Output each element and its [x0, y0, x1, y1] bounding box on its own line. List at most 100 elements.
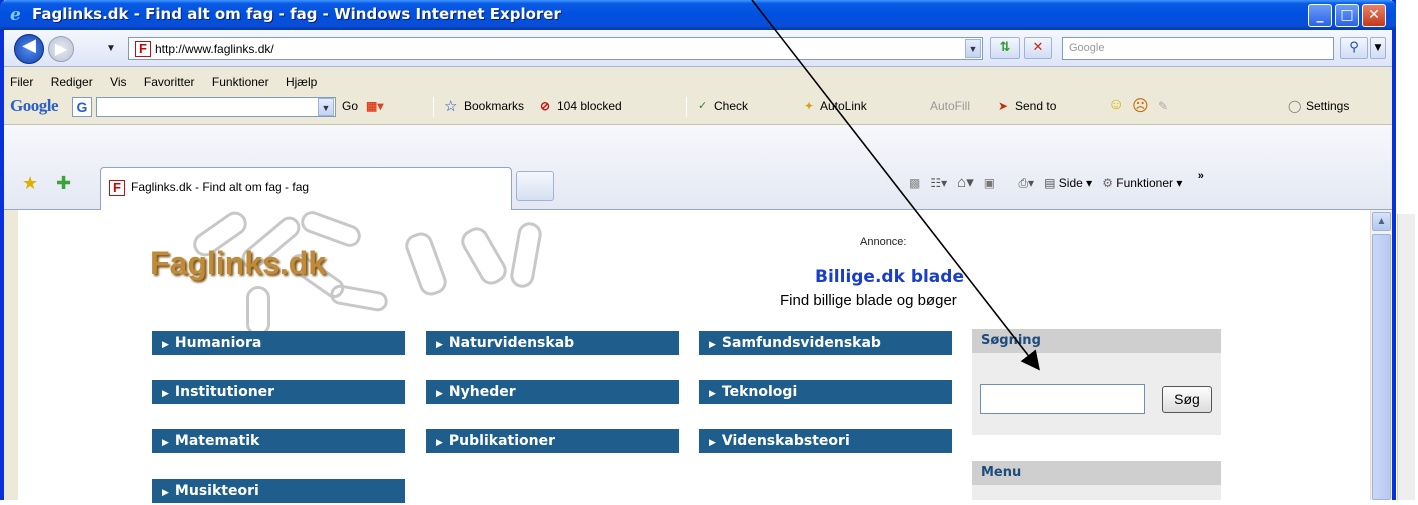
address-bar: ◀ ▶ ▼ F http://www.faglinks.dk/ ▼ ⇅ ✕ Go… [4, 30, 1392, 67]
category-videnskabsteori[interactable]: ▶ Videnskabsteori [699, 429, 952, 453]
menu-and-google-toolbar: Filer Rediger Vis Favoritter Funktioner … [4, 67, 1392, 125]
autolink-button[interactable]: AutoLink [820, 99, 867, 113]
menu-rediger[interactable]: Rediger [51, 75, 93, 89]
refresh-icon[interactable]: ⇅ [990, 37, 1020, 59]
minimize-button[interactable]: _ [1308, 4, 1332, 27]
search-input[interactable]: Google [1062, 37, 1334, 60]
settings-button[interactable]: Settings [1306, 99, 1349, 113]
title-bar: e Faglinks.dk - Find alt om fag - fag - … [0, 0, 1396, 30]
tab-favicon-icon: F [109, 180, 125, 196]
check-button[interactable]: Check [714, 99, 748, 113]
category-publikationer[interactable]: ▶ Publikationer [426, 429, 679, 453]
google-search-field[interactable]: ▼ [96, 97, 336, 117]
stop-icon[interactable]: ✕ [1024, 37, 1052, 59]
category-institutioner[interactable]: ▶ Institutioner [152, 380, 405, 404]
search-icon[interactable]: ⚲ [1340, 37, 1368, 59]
category-humaniora[interactable]: ▶ Humaniora [152, 331, 405, 355]
category-teknologi[interactable]: ▶ Teknologi [699, 380, 952, 404]
url-dropdown-icon[interactable]: ▼ [965, 39, 981, 58]
menu-favoritter[interactable]: Favoritter [144, 75, 195, 89]
arrow-right-icon: ▶ [162, 488, 169, 498]
pen-icon: ✎ [1158, 99, 1169, 113]
blocked-counter[interactable]: 104 blocked [557, 99, 622, 113]
url-field[interactable]: F http://www.faglinks.dk/ ▼ [128, 37, 983, 60]
vertical-scrollbar[interactable]: ▲ [1370, 210, 1392, 500]
popup-blocker-icon: ⊘ [540, 99, 551, 113]
google-search-dropdown-icon[interactable]: ▼ [318, 98, 334, 116]
arrow-right-icon: ▶ [709, 340, 716, 350]
menu-bar: Filer Rediger Vis Favoritter Funktioner … [10, 75, 331, 89]
smiley-icon[interactable]: ☺ [1108, 96, 1124, 114]
side-menu[interactable]: Side [1059, 176, 1083, 190]
google-g-icon[interactable]: G [72, 97, 92, 117]
ad-title-link[interactable]: Billige.dk blade [815, 267, 964, 287]
category-musikteori[interactable]: ▶ Musikteori [152, 479, 405, 503]
category-nyheder[interactable]: ▶ Nyheder [426, 380, 679, 404]
arrow-right-icon: ▶ [162, 340, 169, 350]
site-search-input[interactable] [980, 384, 1145, 414]
autolink-icon: ✦ [804, 99, 815, 113]
home-icon[interactable]: ⌂▾ [957, 174, 974, 191]
menu-funktioner[interactable]: Funktioner [212, 75, 269, 89]
history-dropdown-icon[interactable]: ▼ [106, 43, 116, 54]
tools-gear-icon: ⚙ [1102, 176, 1113, 190]
ie-icon: e [10, 5, 21, 25]
add-favorite-icon[interactable]: ✚ [56, 173, 71, 194]
new-tab-button[interactable] [516, 171, 554, 201]
search-heading: Søgning [972, 329, 1221, 353]
menu-vis[interactable]: Vis [110, 75, 126, 89]
category-samfundsvidenskab[interactable]: ▶ Samfundsvidenskab [699, 331, 952, 355]
category-matematik[interactable]: ▶ Matematik [152, 429, 405, 453]
command-bar: ▩ ☷▾ ⌂▾ ▣ ⎙▾ ▤ Side ▾ ⚙ Funktioner ▾ » [909, 170, 1204, 191]
menu-panel: Menu [972, 461, 1221, 500]
close-button[interactable]: ✕ [1362, 4, 1386, 27]
rss-icon[interactable]: ▣ [984, 176, 995, 190]
autofill-button[interactable]: AutoFill [930, 99, 970, 113]
funktioner-menu[interactable]: Funktioner [1116, 176, 1173, 190]
site-favicon-icon: F [135, 41, 151, 57]
bookmark-star-icon: ☆ [444, 98, 458, 115]
arrow-right-icon: ▶ [436, 438, 443, 448]
print-icon[interactable]: ⎙▾ [1018, 176, 1034, 190]
settings-icon: ◯ [1288, 99, 1302, 113]
category-naturvidenskab[interactable]: ▶ Naturvidenskab [426, 331, 679, 355]
go-button[interactable]: Go [342, 99, 358, 113]
window-title: Faglinks.dk - Find alt om fag - fag - Wi… [32, 5, 561, 23]
favorites-star-icon[interactable]: ★ [22, 173, 38, 194]
google-toolbar: Google G ▼ Go ▦▾ ☆ Bookmarks ⊘ 104 block… [8, 95, 1388, 121]
back-button[interactable]: ◀ [14, 34, 44, 64]
read-mail-icon[interactable]: ☷▾ [930, 176, 947, 190]
send-to-icon: ➤ [998, 99, 1009, 113]
search-panel: Søgning Søg [972, 329, 1221, 435]
spellcheck-icon: ✓ [698, 100, 708, 112]
popup-icon[interactable]: ▦▾ [366, 99, 383, 113]
tab-title: Faglinks.dk - Find alt om fag - fag [131, 180, 310, 194]
background-window-edge [1397, 214, 1415, 500]
separator [433, 97, 434, 117]
maximize-button[interactable]: □ [1335, 4, 1359, 27]
tab-row: ★ ✚ F Faglinks.dk - Find alt om fag - fa… [4, 125, 1392, 210]
feed-icon[interactable]: ▩ [909, 176, 920, 190]
menu-filer[interactable]: Filer [10, 75, 33, 89]
arrow-right-icon: ▶ [709, 389, 716, 399]
url-text: http://www.faglinks.dk/ [155, 42, 274, 56]
ad-label: Annonce: [860, 236, 907, 248]
arrow-right-icon: ▶ [162, 389, 169, 399]
scroll-up-icon[interactable]: ▲ [1372, 212, 1391, 231]
google-logo: Google [10, 96, 59, 115]
frown-icon[interactable]: ☹ [1132, 96, 1149, 116]
tab-faglinks[interactable]: F Faglinks.dk - Find alt om fag - fag [100, 167, 512, 210]
search-options-icon[interactable]: ▼ [1370, 37, 1386, 59]
search-button[interactable]: Søg [1162, 386, 1212, 413]
bookmarks-button[interactable]: Bookmarks [464, 99, 524, 113]
arrow-right-icon: ▶ [162, 438, 169, 448]
arrow-right-icon: ▶ [436, 389, 443, 399]
menu-heading: Menu [972, 461, 1221, 485]
site-logo[interactable]: Faglinks.dk [150, 245, 326, 282]
arrow-right-icon: ▶ [709, 438, 716, 448]
menu-hjaelp[interactable]: Hjælp [286, 75, 317, 89]
scroll-thumb[interactable] [1372, 234, 1391, 500]
forward-button[interactable]: ▶ [48, 36, 74, 62]
chevron-more-icon[interactable]: » [1198, 170, 1204, 182]
send-to-button[interactable]: Send to [1015, 99, 1056, 113]
